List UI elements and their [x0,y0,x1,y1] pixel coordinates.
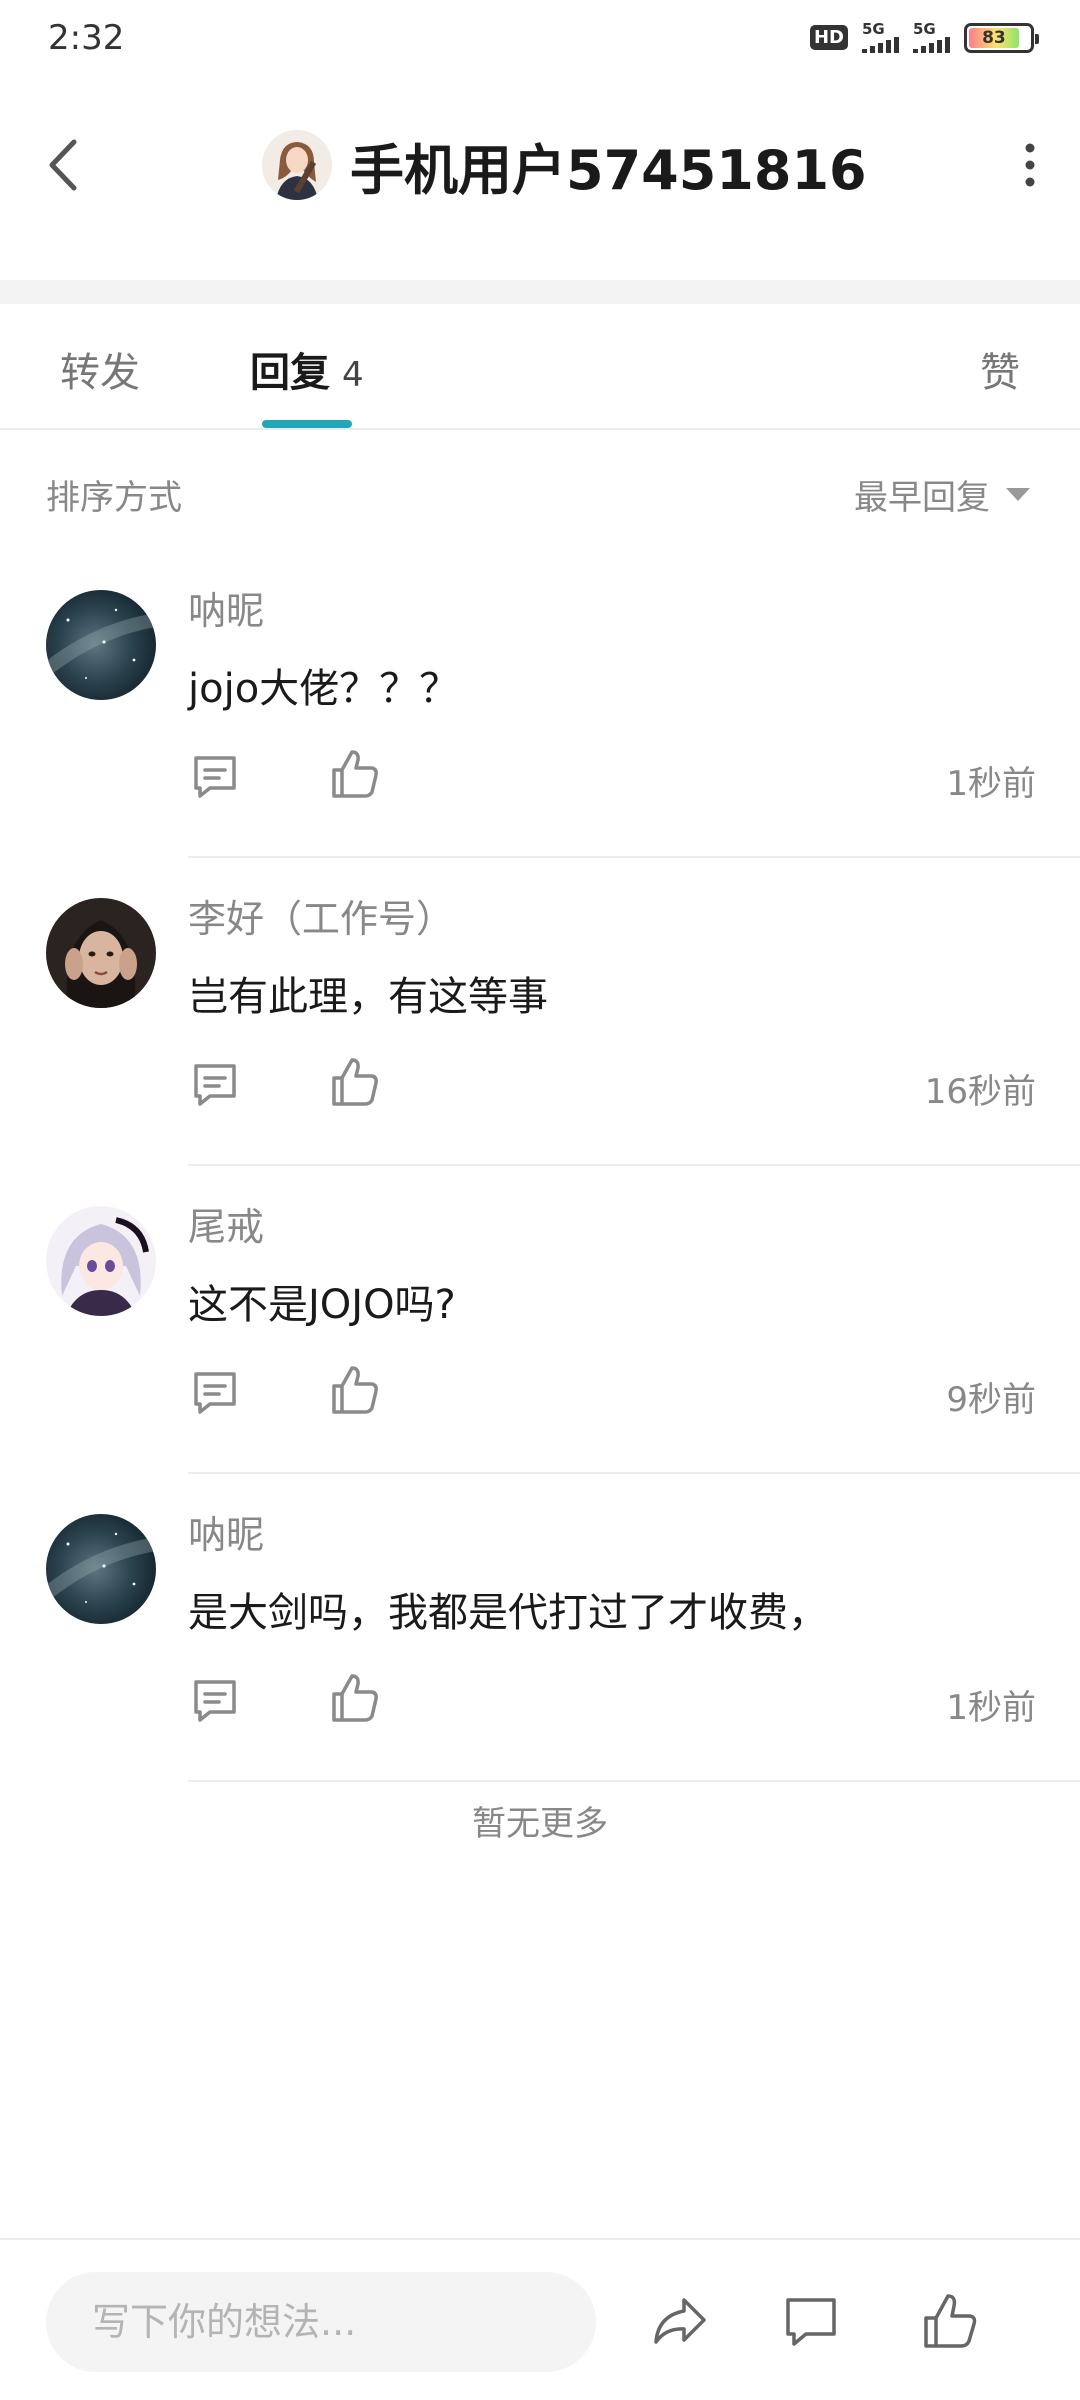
comment-time: 9秒前 [946,1380,1036,1420]
avatar[interactable] [46,590,156,700]
comment-time: 1秒前 [946,1688,1036,1728]
share-arrow-icon [654,2298,706,2344]
tab-like[interactable]: 赞 [980,340,1020,398]
comment-author[interactable]: 李好（工作号） [188,888,454,943]
reply-button[interactable] [188,1058,242,1112]
avatar[interactable] [46,898,156,1008]
no-more-label: 暂无更多 [472,1804,608,1844]
comment-text: jojo大佬？？？ [188,666,460,712]
comment-bubble-icon [194,1680,236,1722]
divider [188,1780,1080,1782]
like-button[interactable] [328,1054,380,1110]
thumbs-up-icon [332,1674,378,1722]
avatar[interactable] [46,1514,156,1624]
like-button[interactable] [328,746,380,802]
header-title: 手机用户57451816 [262,120,867,210]
comment-text: 这不是JOJO吗? [188,1282,456,1328]
sort-selected: 最早回复 [854,478,990,518]
tab-reply-label: 回复 [250,350,330,396]
like-button[interactable] [328,1670,380,1726]
battery-level: 83 [969,27,1019,48]
comment-time: 1秒前 [946,764,1036,804]
comment-bubble-icon [786,2298,836,2346]
comment-item: 呐昵 jojo大佬？？？ 1秒前 [0,550,1080,858]
tab-forward[interactable]: 转发 [60,340,140,398]
section-separator [0,280,1080,304]
like-button[interactable] [328,1362,380,1418]
user-avatar[interactable] [262,130,332,200]
status-time: 2:32 [48,18,125,58]
avatar[interactable] [46,1206,156,1316]
chevron-left-icon [49,139,77,191]
comment-bubble-icon [194,1372,236,1414]
vertical-dots-icon [1025,143,1035,187]
thumbs-up-icon [332,1366,378,1414]
thumbs-up-icon [332,1058,378,1106]
page-title: 手机用户57451816 [350,138,867,202]
signal-5g-icon: 5G [862,22,899,53]
comment-author[interactable]: 呐昵 [188,1504,264,1559]
active-tab-indicator [262,420,352,428]
header: 手机用户57451816 [0,80,1080,280]
reply-button[interactable] [188,1674,242,1728]
sort-dropdown[interactable]: 最早回复 [854,470,1030,519]
like-button[interactable] [918,2290,980,2352]
back-button[interactable] [40,130,90,200]
tab-reply[interactable]: 回复 4 [250,340,364,398]
thumbs-up-icon [332,750,378,798]
tab-bar: 转发 回复 4 赞 [0,304,1080,430]
thumbs-up-icon [924,2294,977,2348]
comment-input[interactable] [46,2272,596,2372]
comment-author[interactable]: 尾戒 [188,1196,264,1251]
comment-time: 16秒前 [924,1072,1036,1112]
battery-icon: 83 [964,22,1039,53]
comment-bubble-icon [194,756,236,798]
status-icons: HD 5G 5G 83 [809,22,1039,53]
reply-count: 4 [342,355,364,395]
signal-label: 5G [862,20,885,38]
comment-item: 尾戒 这不是JOJO吗? 9秒前 [0,1166,1080,1474]
sort-row: 排序方式 最早回复 [0,430,1080,550]
comment-text: 是大剑吗，我都是代打过了才收费， [188,1590,828,1636]
comment-item: 李好（工作号） 岂有此理，有这等事 16秒前 [0,858,1080,1166]
sort-label: 排序方式 [46,478,182,518]
status-bar: 2:32 HD 5G 5G 83 [0,0,1080,80]
reply-button[interactable] [188,1366,242,1420]
more-options-button[interactable] [1010,140,1050,190]
hd-voice-icon: HD [809,25,848,50]
reply-button[interactable] [188,750,242,804]
bottom-action-bar [0,2238,1080,2400]
signal-label: 5G [913,20,936,38]
comment-author[interactable]: 呐昵 [188,580,264,635]
share-button[interactable] [648,2290,710,2352]
caret-down-icon [1006,488,1030,501]
comment-item: 呐昵 是大剑吗，我都是代打过了才收费， 1秒前 [0,1474,1080,1782]
comment-button[interactable] [780,2290,842,2352]
comment-bubble-icon [194,1064,236,1106]
comment-text: 岂有此理，有这等事 [188,974,548,1020]
signal-5g-icon: 5G [913,22,950,53]
